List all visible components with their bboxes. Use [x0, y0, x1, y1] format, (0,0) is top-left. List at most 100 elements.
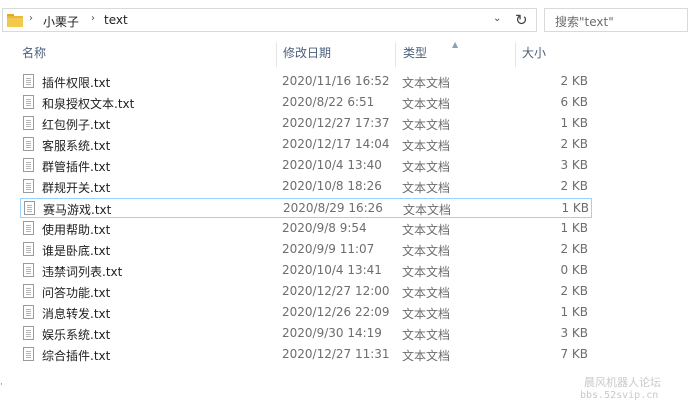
file-row[interactable]: 插件权限.txt 2020/11/16 16:52 文本文档 2 KB [20, 72, 592, 92]
file-type: 文本文档 [402, 307, 451, 321]
file-name: 谁是卧底.txt [42, 244, 111, 258]
file-size: 6 KB [560, 95, 588, 109]
file-row[interactable]: 红包例子.txt 2020/12/27 17:37 文本文档 1 KB [20, 114, 592, 134]
file-modified-date: 2020/9/9 11:07 [282, 242, 375, 256]
file-row[interactable]: 使用帮助.txt 2020/9/8 9:54 文本文档 1 KB [20, 219, 592, 239]
text-file-icon [23, 137, 34, 151]
search-placeholder: 搜索"text" [555, 15, 614, 29]
file-size: 2 KB [560, 284, 588, 298]
file-type: 文本文档 [402, 244, 451, 258]
file-modified-date: 2020/12/26 22:09 [282, 305, 390, 319]
file-row[interactable]: 娱乐系统.txt 2020/9/30 14:19 文本文档 3 KB [20, 324, 592, 344]
text-file-icon [24, 201, 35, 215]
file-name: 红包例子.txt [42, 118, 111, 132]
refresh-icon[interactable]: ↻ [515, 11, 528, 29]
file-modified-date: 2020/10/8 18:26 [282, 179, 382, 193]
file-modified-date: 2020/9/30 14:19 [282, 326, 382, 340]
text-file-icon [23, 95, 34, 109]
file-name: 群规开关.txt [42, 181, 111, 195]
text-file-icon [23, 116, 34, 130]
file-name: 群管插件.txt [42, 160, 111, 174]
file-modified-date: 2020/8/22 6:51 [282, 95, 375, 109]
file-row[interactable]: 群管插件.txt 2020/10/4 13:40 文本文档 3 KB [20, 156, 592, 176]
search-input[interactable]: 搜索"text" [544, 8, 688, 32]
file-name: 使用帮助.txt [42, 223, 111, 237]
file-row[interactable]: 和泉授权文本.txt 2020/8/22 6:51 文本文档 6 KB [20, 93, 592, 113]
file-modified-date: 2020/9/8 9:54 [282, 221, 367, 235]
file-type: 文本文档 [402, 286, 451, 300]
text-file-icon [23, 158, 34, 172]
text-file-icon [23, 263, 34, 277]
file-type: 文本文档 [402, 265, 451, 279]
file-type: 文本文档 [402, 223, 451, 237]
text-file-icon [23, 74, 34, 88]
file-size: 3 KB [560, 158, 588, 172]
breadcrumb-separator[interactable]: › [29, 13, 33, 24]
file-size: 1 KB [560, 116, 588, 130]
text-file-icon [23, 179, 34, 193]
file-type: 文本文档 [403, 203, 452, 217]
file-size: 7 KB [560, 347, 588, 361]
file-row[interactable]: 赛马游戏.txt 2020/8/29 16:26 文本文档 1 KB [20, 198, 592, 218]
file-size: 1 KB [560, 221, 588, 235]
text-file-icon [23, 221, 34, 235]
address-bar[interactable]: › 小栗子 › text ⌄ ↻ [2, 8, 537, 32]
file-size: 3 KB [560, 326, 588, 340]
file-row[interactable]: 违禁词列表.txt 2020/10/4 13:41 文本文档 0 KB [20, 261, 592, 281]
file-modified-date: 2020/11/16 16:52 [282, 74, 390, 88]
column-header-size[interactable]: 大小 [522, 40, 546, 67]
column-header: 名称 修改日期 ▲ 类型 大小 [0, 40, 688, 67]
file-modified-date: 2020/12/27 17:37 [282, 116, 390, 130]
file-size: 2 KB [560, 137, 588, 151]
file-name: 客服系统.txt [42, 139, 111, 153]
file-type: 文本文档 [402, 97, 451, 111]
file-row[interactable]: 消息转发.txt 2020/12/26 22:09 文本文档 1 KB [20, 303, 592, 323]
watermark-url: bbs.52svip.cn [580, 390, 659, 401]
file-name: 违禁词列表.txt [42, 265, 123, 279]
text-file-icon [23, 347, 34, 361]
file-name: 消息转发.txt [42, 307, 111, 321]
file-modified-date: 2020/10/4 13:41 [282, 263, 382, 277]
watermark-text: 晨风机器人论坛 [584, 376, 661, 389]
column-divider[interactable] [395, 42, 396, 67]
column-divider[interactable] [515, 42, 516, 67]
file-modified-date: 2020/12/27 12:00 [282, 284, 390, 298]
file-row[interactable]: 问答功能.txt 2020/12/27 12:00 文本文档 2 KB [20, 282, 592, 302]
chevron-down-icon[interactable]: ⌄ [493, 13, 501, 24]
file-size: 1 KB [561, 201, 589, 215]
file-size: 2 KB [560, 74, 588, 88]
file-type: 文本文档 [402, 118, 451, 132]
file-row[interactable]: 谁是卧底.txt 2020/9/9 11:07 文本文档 2 KB [20, 240, 592, 260]
file-size: 2 KB [560, 242, 588, 256]
breadcrumb-separator[interactable]: › [91, 13, 95, 24]
file-modified-date: 2020/10/4 13:40 [282, 158, 382, 172]
file-name: 娱乐系统.txt [42, 328, 111, 342]
file-name: 问答功能.txt [42, 286, 111, 300]
column-divider[interactable] [276, 42, 277, 67]
text-file-icon [23, 284, 34, 298]
text-file-icon [23, 305, 34, 319]
breadcrumb-item[interactable]: 小栗子 [43, 13, 79, 30]
text-file-icon [23, 242, 34, 256]
file-name: 赛马游戏.txt [43, 203, 112, 217]
file-row[interactable]: 综合插件.txt 2020/12/27 11:31 文本文档 7 KB [20, 345, 592, 365]
file-type: 文本文档 [402, 76, 451, 90]
address-bar-row: › 小栗子 › text ⌄ ↻ 搜索"text" [0, 0, 688, 40]
file-size: 2 KB [560, 179, 588, 193]
sort-ascending-icon: ▲ [452, 40, 459, 49]
file-type: 文本文档 [402, 328, 451, 342]
file-row[interactable]: 群规开关.txt 2020/10/8 18:26 文本文档 2 KB [20, 177, 592, 197]
file-name: 插件权限.txt [42, 76, 111, 90]
column-header-type[interactable]: 类型 [403, 40, 427, 67]
file-name: 综合插件.txt [42, 349, 111, 363]
column-header-name[interactable]: 名称 [22, 40, 46, 67]
breadcrumb-item-current[interactable]: text [104, 13, 128, 27]
file-modified-date: 2020/12/17 14:04 [282, 137, 390, 151]
file-name: 和泉授权文本.txt [42, 97, 135, 111]
file-row[interactable]: 客服系统.txt 2020/12/17 14:04 文本文档 2 KB [20, 135, 592, 155]
file-size: 0 KB [560, 263, 588, 277]
file-type: 文本文档 [402, 160, 451, 174]
file-type: 文本文档 [402, 181, 451, 195]
column-header-date[interactable]: 修改日期 [283, 40, 331, 67]
file-type: 文本文档 [402, 349, 451, 363]
